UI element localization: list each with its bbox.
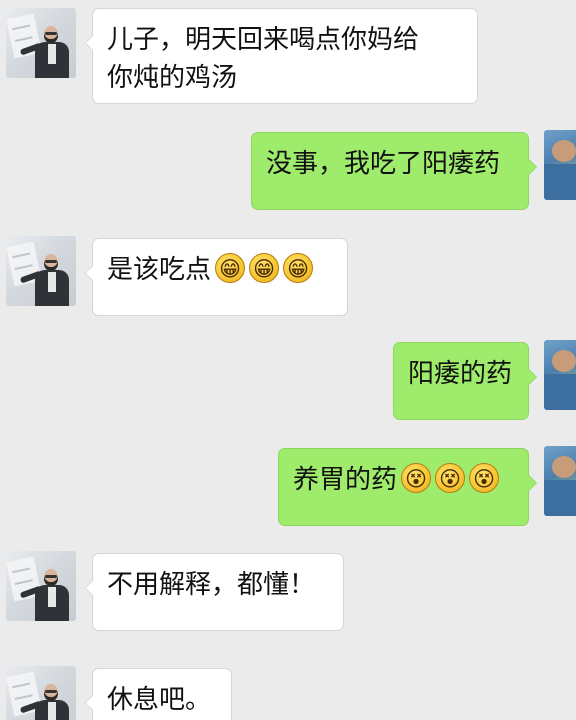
message-bubble-incoming[interactable]: 不用解释，都懂！ <box>85 553 344 631</box>
avatar-father[interactable] <box>6 8 76 78</box>
message-text: 你炖的鸡汤 <box>107 63 238 93</box>
message-text: 阳痿的药 <box>408 359 513 389</box>
message-text: 不用解释，都懂！ <box>107 570 316 600</box>
avatar-son[interactable] <box>544 446 576 516</box>
message-bubble-incoming[interactable]: 休息吧。 <box>85 668 232 720</box>
avatar-father[interactable] <box>6 666 76 720</box>
grin-emoji-icon: 😁 <box>215 253 246 283</box>
grin-emoji-icon: 😁 <box>249 253 280 283</box>
grin-emoji-icon: 😁 <box>283 253 314 283</box>
message-bubble-incoming[interactable]: 是该吃点 😁 😁 😁 <box>85 238 348 316</box>
chat-thread[interactable]: 儿子，明天回来喝点你妈给 你炖的鸡汤 没事，我吃了阳痿药 是该吃点 😁 😁 😁 阳痿的… <box>0 0 576 720</box>
dizzy-face-emoji-icon: 😵 <box>469 463 500 493</box>
message-bubble-outgoing[interactable]: 养胃的药 😵 😵 😵 <box>278 448 537 526</box>
message-text: 养胃的药 <box>293 465 398 495</box>
message-bubble-incoming[interactable]: 儿子，明天回来喝点你妈给 你炖的鸡汤 <box>85 8 478 104</box>
message-text: 儿子，明天回来喝点你妈给 <box>107 25 420 55</box>
avatar-son[interactable] <box>544 340 576 410</box>
message-text: 是该吃点 <box>107 255 212 285</box>
avatar-father[interactable] <box>6 551 76 621</box>
avatar-father[interactable] <box>6 236 76 306</box>
dizzy-face-emoji-icon: 😵 <box>401 463 432 493</box>
message-text: 休息吧。 <box>107 685 212 715</box>
message-text: 没事，我吃了阳痿药 <box>266 149 501 179</box>
message-bubble-outgoing[interactable]: 没事，我吃了阳痿药 <box>251 132 537 210</box>
message-bubble-outgoing[interactable]: 阳痿的药 <box>393 342 537 420</box>
dizzy-face-emoji-icon: 😵 <box>435 463 466 493</box>
avatar-son[interactable] <box>544 130 576 200</box>
